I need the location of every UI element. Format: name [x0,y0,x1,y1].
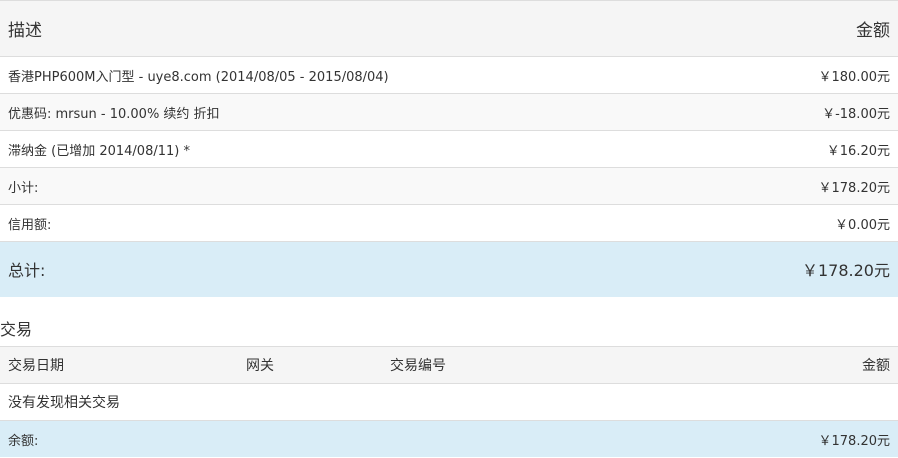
transactions-title: 交易 [0,320,33,339]
transactions-header: 交易日期 网关 交易编号 金额 [0,346,898,384]
date-header: 交易日期 [0,346,238,384]
item-amount: ￥-18.00元 [700,93,898,131]
transactions-table: 交易日期 网关 交易编号 金额 没有发现相关交易 余额: ￥178.20元 [0,346,898,457]
item-description: 优惠码: mrsun - 10.00% 续约 折扣 [0,93,700,131]
subtotal-amount: ￥178.20元 [700,167,898,205]
credit-amount: ￥0.00元 [700,204,898,242]
invoice-items-table: 描述 金额 香港PHP600M入门型 - uye8.com (2014/08/0… [0,0,898,297]
item-description: 香港PHP600M入门型 - uye8.com (2014/08/05 - 20… [0,56,700,94]
amount-header: 金额 [700,0,898,57]
empty-transactions-row: 没有发现相关交易 [0,383,898,421]
invoice-item-row: 香港PHP600M入门型 - uye8.com (2014/08/05 - 20… [0,56,898,94]
invoice-item-row: 优惠码: mrsun - 10.00% 续约 折扣 ￥-18.00元 [0,93,898,131]
balance-label: 余额: [0,420,682,457]
empty-transactions-message: 没有发现相关交易 [0,383,898,421]
credit-row: 信用额: ￥0.00元 [0,204,898,242]
subtotal-row: 小计: ￥178.20元 [0,167,898,205]
invoice-page: 描述 金额 香港PHP600M入门型 - uye8.com (2014/08/0… [0,0,898,458]
balance-amount: ￥178.20元 [682,420,898,457]
total-amount: ￥178.20元 [700,241,898,297]
gateway-header: 网关 [238,346,382,384]
item-description: 滞纳金 (已增加 2014/08/11) * [0,130,700,168]
description-header: 描述 [0,0,700,57]
invoice-item-row: 滞纳金 (已增加 2014/08/11) * ￥16.20元 [0,130,898,168]
amount-header: 金额 [682,346,898,384]
subtotal-label: 小计: [0,167,700,205]
invoice-items-header: 描述 金额 [0,0,898,57]
total-row: 总计: ￥178.20元 [0,241,898,297]
credit-label: 信用额: [0,204,700,242]
balance-row: 余额: ￥178.20元 [0,420,898,457]
item-amount: ￥180.00元 [700,56,898,94]
transaction-id-header: 交易编号 [382,346,682,384]
total-label: 总计: [0,241,700,297]
item-amount: ￥16.20元 [700,130,898,168]
